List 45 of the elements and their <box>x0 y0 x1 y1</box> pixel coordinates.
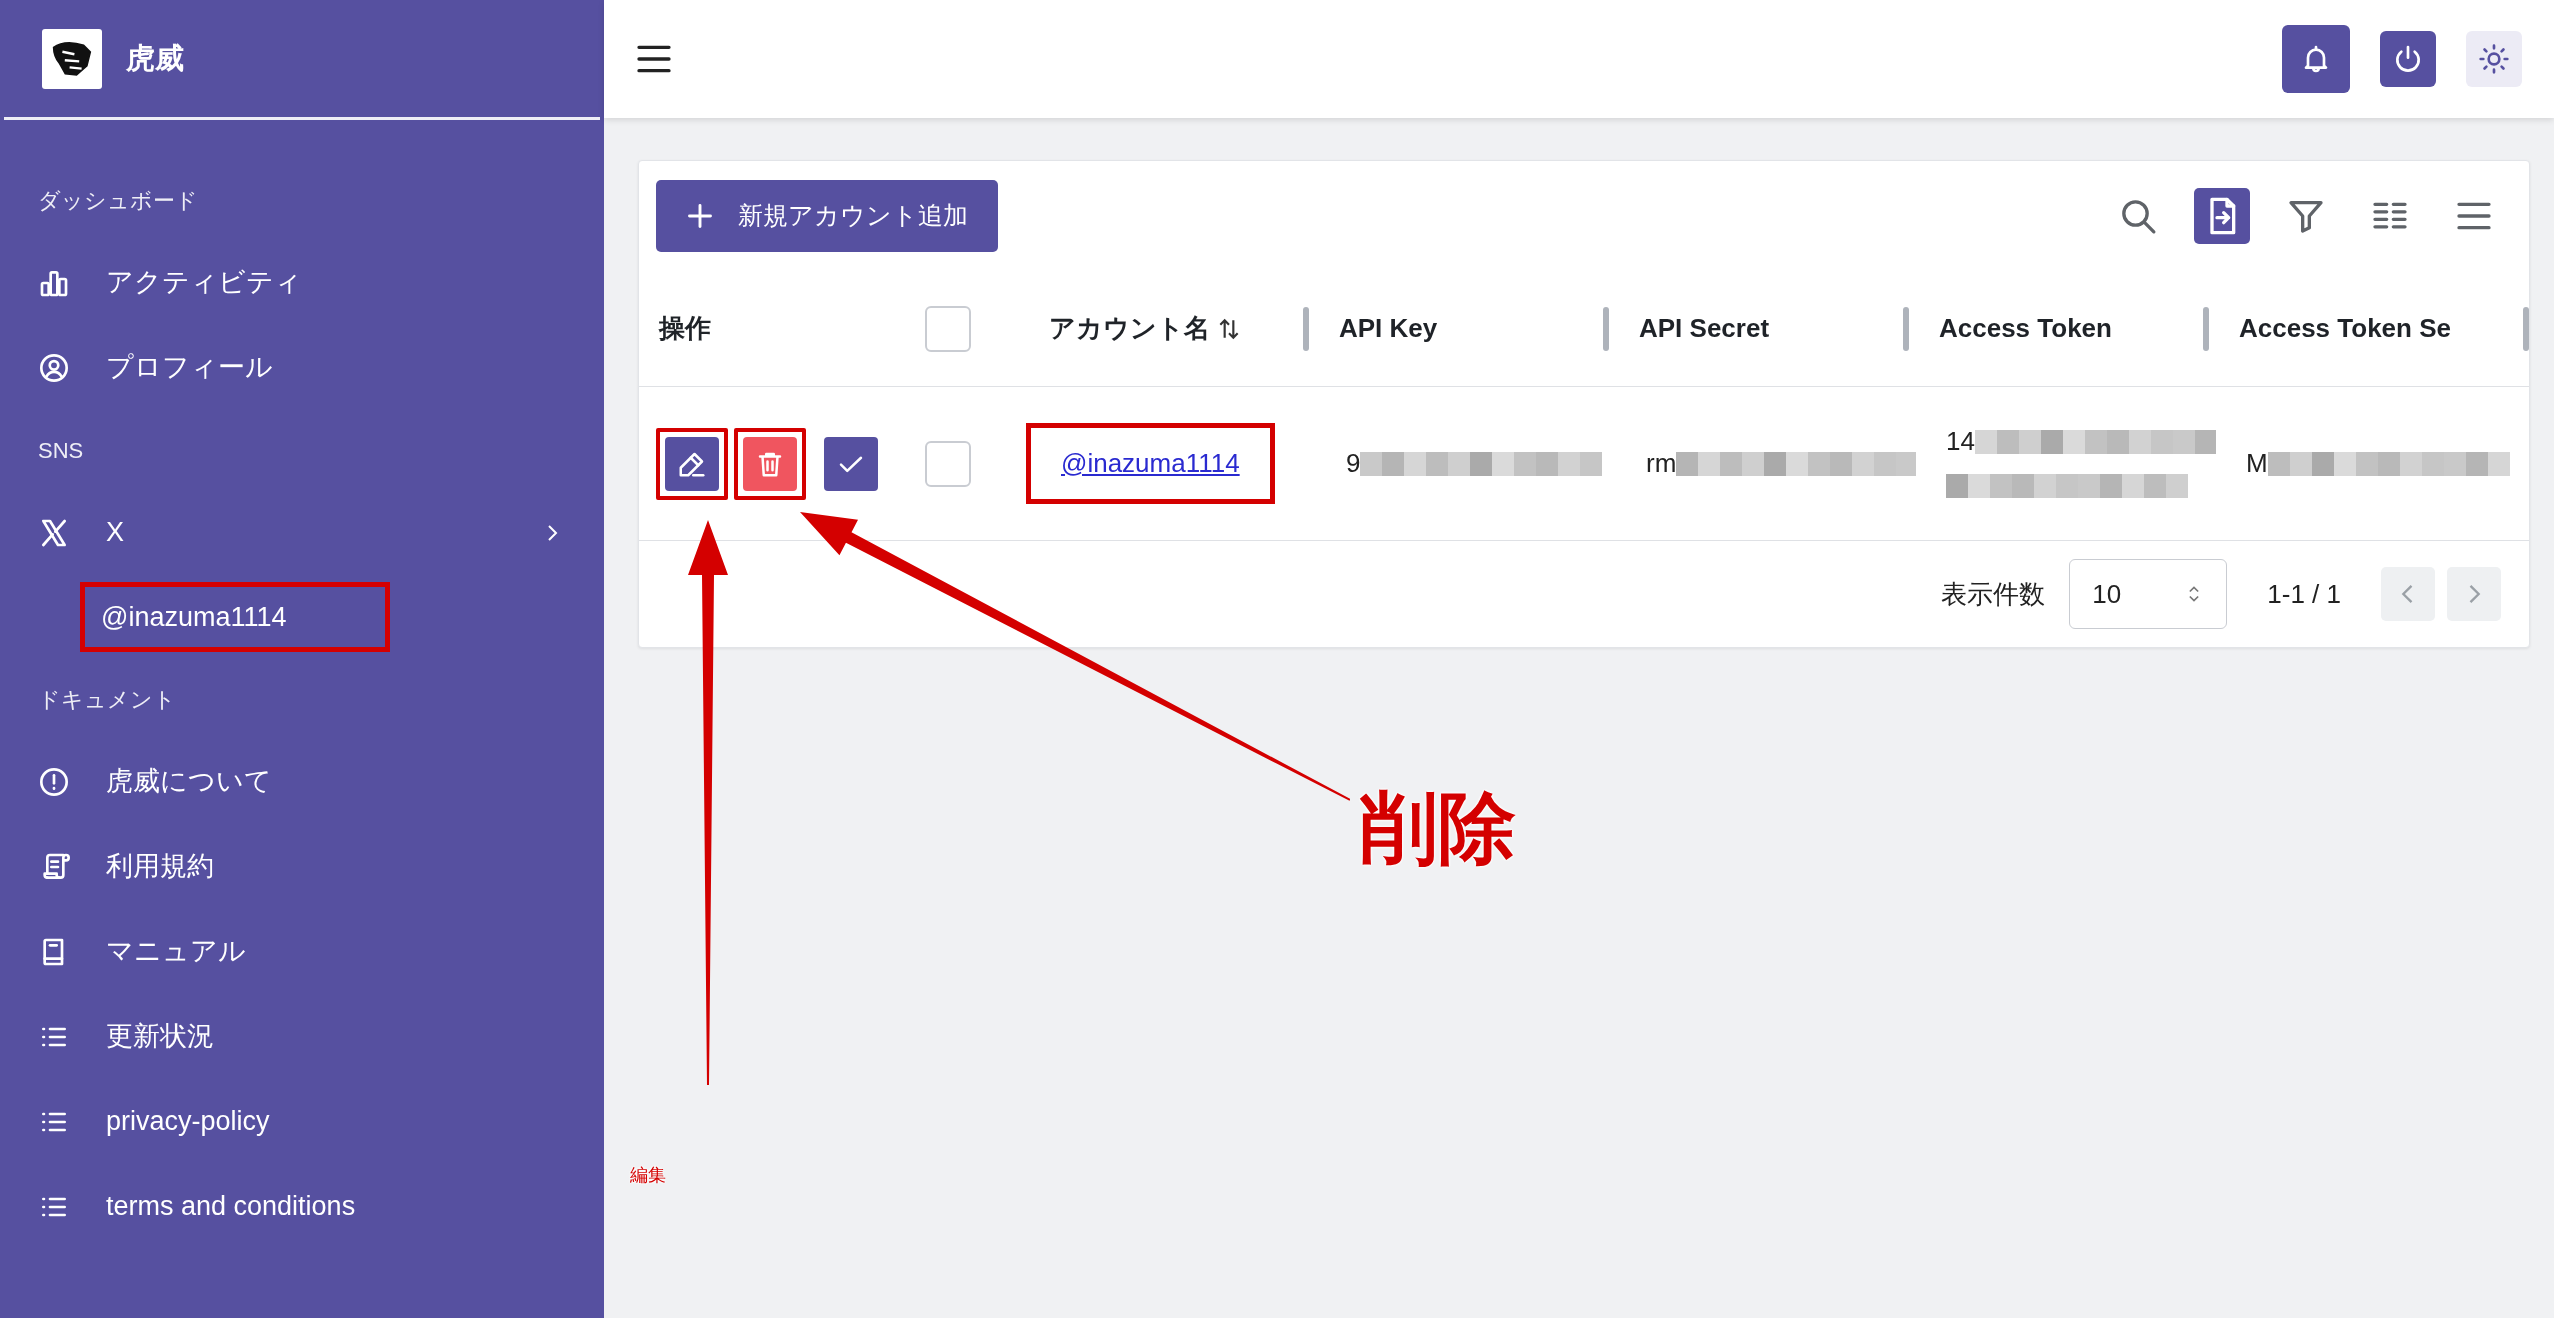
sidebar-item[interactable]: プロフィール <box>0 325 604 410</box>
cell-value: rm <box>1646 448 1677 479</box>
annotation-label: 削除 <box>1360 783 1516 874</box>
confirm-button[interactable] <box>824 436 878 491</box>
sidebar-item[interactable]: 利用規約 <box>0 824 604 909</box>
column-header[interactable]: Access Token <box>1939 309 2112 348</box>
sidebar-item[interactable]: X <box>0 490 604 575</box>
theme-button[interactable] <box>2466 31 2522 87</box>
add-account-button[interactable]: 新規アカウント追加 <box>656 180 998 252</box>
column-header[interactable]: API Secret <box>1639 309 1770 348</box>
section-label: SNS <box>37 436 85 465</box>
sun-icon <box>2478 43 2510 75</box>
info-icon <box>38 765 70 798</box>
tiger-logo <box>42 28 102 89</box>
sidebar-item[interactable]: アクティビティ <box>0 240 604 325</box>
sidebar-subitem[interactable]: @inazuma1114 <box>80 581 390 653</box>
sidebar-item[interactable]: 更新状況 <box>0 994 604 1079</box>
column-header[interactable]: API Key <box>1339 309 1438 348</box>
column-header: 操作 <box>659 312 711 345</box>
file-arrow-button[interactable] <box>2194 188 2250 244</box>
sidebar-item[interactable]: terms and conditions <box>0 1164 604 1249</box>
checkbox[interactable] <box>925 305 971 352</box>
logout-button[interactable] <box>2380 31 2436 87</box>
cell-value: 9 <box>1346 448 1361 479</box>
section-label: ドキュメント <box>37 685 177 714</box>
column-header[interactable]: アカウント名 <box>1049 309 1210 348</box>
sidebar-item[interactable]: privacy-policy <box>0 1079 604 1164</box>
delete-button[interactable] <box>743 436 797 491</box>
sidebar-item[interactable]: マニュアル <box>0 909 604 994</box>
cell-value: M <box>2246 448 2268 479</box>
plus-icon <box>686 202 714 230</box>
app-title: 虎威 <box>126 40 184 76</box>
annotation-label: 編集 <box>630 1164 666 1187</box>
checkbox[interactable] <box>925 440 971 487</box>
page-size-label: 表示件数 <box>1941 577 2046 611</box>
user-icon <box>38 351 70 384</box>
sidebar-item[interactable]: 虎威について <box>0 739 604 824</box>
account-link[interactable]: @inazuma1114 <box>1026 423 1275 504</box>
cell-value: 14 <box>1946 426 1975 458</box>
notifications-button[interactable] <box>2282 25 2350 93</box>
edit-button[interactable] <box>665 436 719 491</box>
page-range: 1-1 / 1 <box>2266 577 2342 611</box>
column-header[interactable]: Access Token Se <box>2239 309 2451 348</box>
section-label: ダッシュボード <box>37 186 199 215</box>
page-size-select[interactable]: 10 <box>2069 559 2228 629</box>
